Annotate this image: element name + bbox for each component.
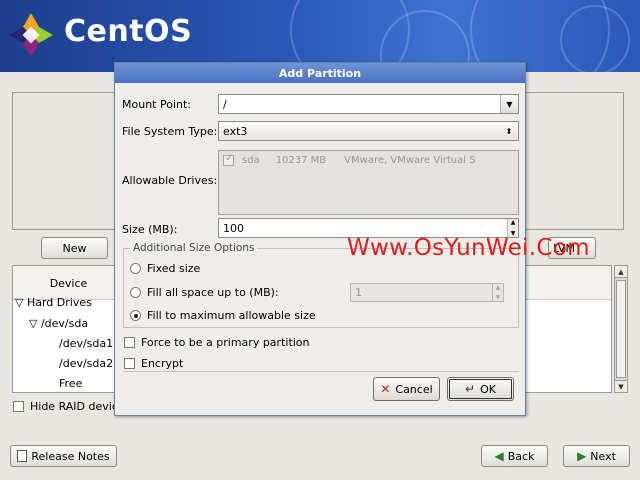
back-button[interactable]: ◀ Back — [481, 445, 548, 467]
radio-circle[interactable] — [130, 287, 141, 298]
encrypt-label: Encrypt — [141, 357, 184, 370]
force-primary-checkbox[interactable]: Force to be a primary partition — [124, 336, 310, 349]
scroll-up-icon[interactable]: ▲ — [615, 266, 627, 278]
encrypt-checkbox[interactable]: Encrypt — [124, 357, 183, 370]
cancel-label: Cancel — [395, 382, 433, 396]
release-notes-label: Release Notes — [31, 449, 110, 463]
back-label: Back — [507, 449, 535, 463]
tree-row-label: Hard Drives — [26, 296, 92, 309]
mount-point-value: / — [223, 97, 227, 111]
spin-arrows-icon: ▲ ▼ — [492, 284, 503, 301]
cancel-x-icon: ✕ — [380, 382, 391, 396]
drive-size: 10237 MB — [275, 155, 327, 166]
tree-row-label: /dev/sda — [40, 317, 89, 330]
fs-type-label: File System Type: — [122, 125, 218, 138]
drive-checkbox — [223, 153, 234, 166]
additional-size-options-legend: Additional Size Options — [130, 242, 258, 254]
allowable-drives-list: sda 10237 MB VMware, VMware Virtual S — [218, 150, 519, 215]
size-label: Size (MB): — [122, 223, 178, 236]
drive-model: VMware, VMware Virtual S — [344, 155, 476, 166]
fs-type-value: ext3 — [223, 124, 248, 138]
radio-circle[interactable] — [130, 263, 141, 274]
allowable-drives-label: Allowable Drives: — [122, 174, 218, 187]
ok-button[interactable]: ↵ OK — [447, 377, 514, 401]
fs-type-select[interactable]: ext3 ⬍ — [218, 121, 519, 141]
next-button[interactable]: ▶ Next — [563, 445, 630, 467]
fill-max-radio[interactable]: Fill to maximum allowable size — [130, 309, 316, 322]
fill-upto-spinbox: 1 ▲ ▼ — [350, 283, 504, 302]
radio-circle-selected[interactable] — [130, 310, 141, 321]
tree-row-sda[interactable]: ▽ /dev/sda — [29, 317, 88, 330]
watermark-text: Www.OsYunWei.Com — [347, 235, 590, 261]
mount-point-combo[interactable]: / ▼ — [218, 94, 519, 114]
new-button[interactable]: New — [41, 237, 108, 259]
brand-name: CentOS — [64, 14, 193, 49]
dialog-separator — [123, 371, 519, 372]
hide-raid-checkbox[interactable]: Hide RAID device/LVM Volume Group member… — [13, 400, 130, 413]
tree-row-sda1[interactable]: /dev/sda1 — [59, 337, 113, 350]
new-button-label: New — [62, 241, 87, 255]
fixed-size-radio[interactable]: Fixed size — [130, 262, 200, 275]
checkbox-box[interactable] — [124, 358, 135, 369]
drive-row-sda: sda 10237 MB VMware, VMware Virtual S — [223, 153, 476, 166]
centos-logo-icon — [9, 13, 53, 57]
fixed-size-label: Fixed size — [147, 262, 201, 275]
fill-upto-label: Fill all space up to (MB): — [147, 286, 279, 299]
tree-row-sda2[interactable]: /dev/sda2 — [59, 357, 113, 370]
tree-scrollbar[interactable]: ▲ ▼ — [614, 265, 628, 393]
scroll-thumb[interactable] — [616, 280, 626, 378]
notes-icon — [17, 450, 28, 462]
tree-row-hard-drives[interactable]: ▽ Hard Drives — [15, 296, 92, 309]
ok-label: OK — [480, 382, 496, 396]
updown-icon: ⬍ — [505, 126, 513, 136]
arrow-left-icon: ◀ — [494, 449, 504, 463]
cancel-button[interactable]: ✕ Cancel — [373, 377, 440, 401]
release-notes-button[interactable]: Release Notes — [10, 445, 117, 467]
checkbox-box[interactable] — [124, 337, 135, 348]
chevron-down-icon[interactable]: ▼ — [500, 95, 518, 113]
force-primary-label: Force to be a primary partition — [141, 336, 310, 349]
checkbox-box[interactable] — [13, 401, 24, 412]
dialog-title: Add Partition — [115, 63, 525, 83]
arrow-right-icon: ▶ — [577, 449, 587, 463]
column-header-device[interactable]: Device — [13, 266, 125, 300]
fill-upto-value: 1 — [355, 286, 362, 299]
mount-point-label: Mount Point: — [122, 98, 191, 111]
fill-upto-radio[interactable]: Fill all space up to (MB): — [130, 286, 279, 299]
scroll-down-icon[interactable]: ▼ — [615, 380, 627, 392]
drive-name: sda — [242, 155, 260, 166]
tree-row-free[interactable]: Free — [59, 377, 82, 390]
size-value: 100 — [223, 221, 244, 235]
ok-arrow-icon: ↵ — [465, 382, 476, 396]
fill-max-label: Fill to maximum allowable size — [147, 309, 316, 322]
next-label: Next — [590, 449, 616, 463]
